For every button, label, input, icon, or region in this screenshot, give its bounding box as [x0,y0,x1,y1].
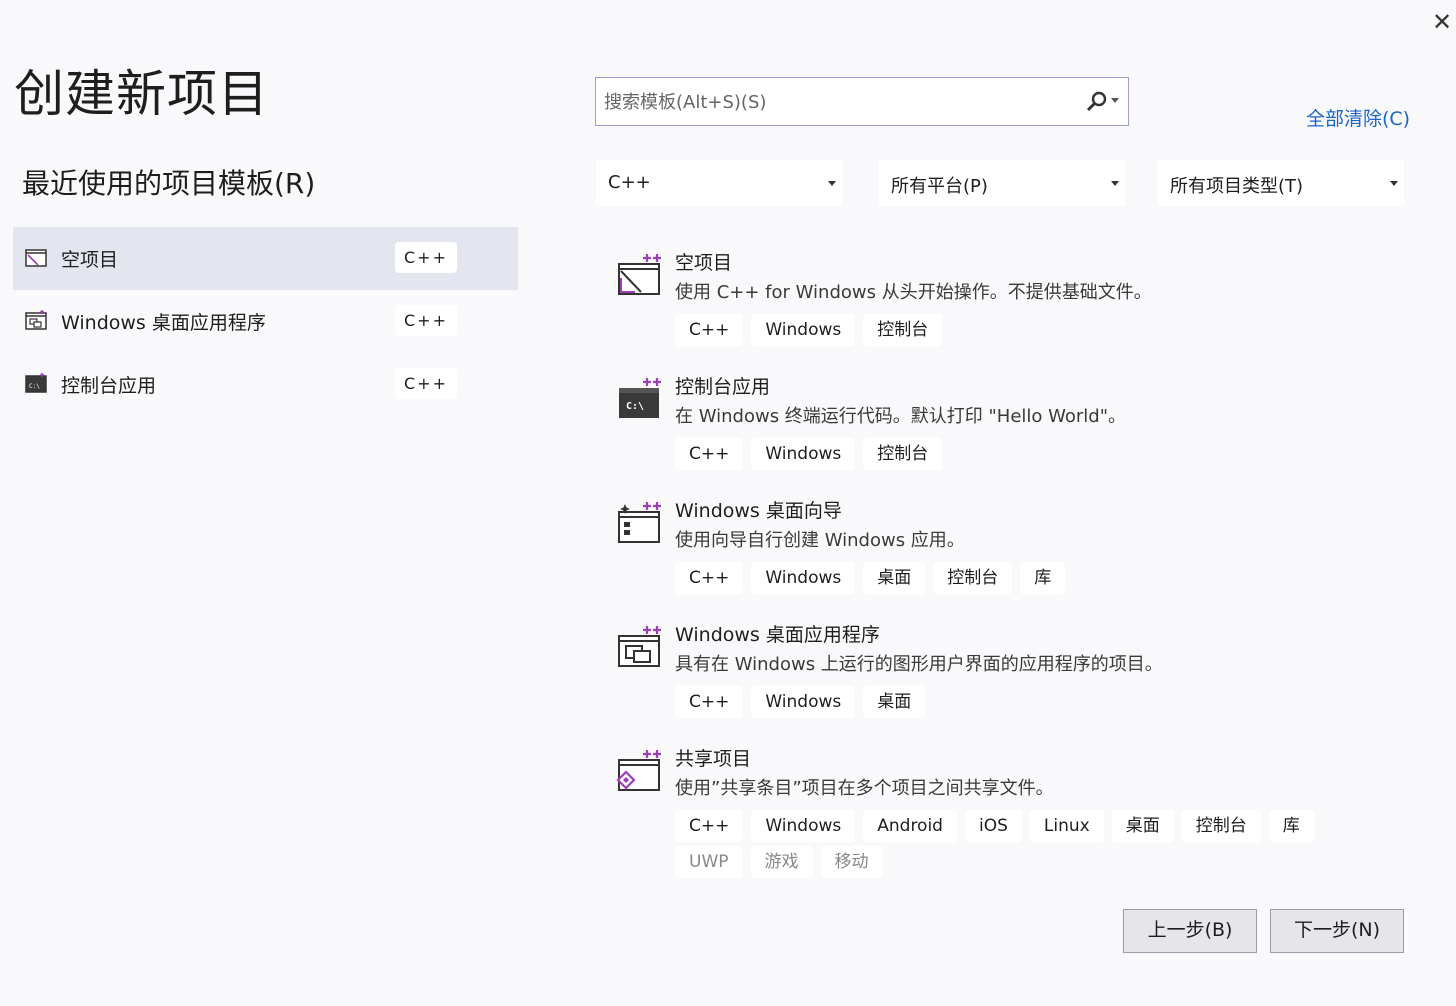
svg-text:C:\: C:\ [29,383,40,390]
recent-template-item[interactable]: C:\ 控制台应用 C++ [13,353,518,416]
template-tag: Windows [751,562,856,594]
template-tag: Windows [751,810,856,842]
recent-template-item[interactable]: 空项目 C++ [13,227,518,290]
chevron-down-icon [1111,181,1119,186]
template-tag: 控制台 [863,314,943,346]
template-tags: C++ Windows 控制台 [675,438,1395,474]
template-tag: 移动 [820,846,883,878]
empty-project-icon [616,252,662,298]
desktop-app-icon [616,624,662,670]
template-tag: C++ [675,562,744,594]
template-tag: 控制台 [933,562,1013,594]
recent-templates-heading: 最近使用的项目模板(R) [22,167,316,200]
template-description: 使用 C++ for Windows 从头开始操作。不提供基础文件。 [675,282,1152,303]
desktop-wizard-icon [616,500,662,546]
svg-text:C:\: C:\ [626,401,644,412]
template-tag: C++ [675,438,744,470]
shared-project-icon [616,748,662,794]
template-tag: Linux [1029,810,1104,842]
template-item[interactable]: Windows 桌面应用程序具有在 Windows 上运行的图形用户界面的应用程… [612,618,1412,738]
template-tags: C++ Windows 控制台 [675,314,1395,350]
template-item[interactable]: C:\ 控制台应用在 Windows 终端运行代码。默认打印 "Hello Wor… [612,370,1412,490]
template-item[interactable]: Windows 桌面向导使用向导自行创建 Windows 应用。 C++ Windo… [612,494,1412,614]
search-icon[interactable] [1086,91,1108,113]
page-title: 创建新项目 [14,65,269,123]
template-tag: UWP [675,846,743,878]
template-name: Windows 桌面应用程序 [675,624,880,646]
close-button[interactable]: ✕ [1428,8,1456,36]
desktop-app-icon [25,310,47,330]
template-tag: 控制台 [863,438,943,470]
back-button[interactable]: 上一步(B) [1123,909,1257,953]
template-tag: Android [863,810,957,842]
template-name: 共享项目 [675,748,752,770]
project-type-filter[interactable]: 所有项目类型(T) [1158,160,1404,206]
template-tags: C++ Windows Android iOS Linux 桌面 控制台库 UWP 游戏 移动 [675,810,1395,882]
search-options-chevron-icon[interactable] [1111,98,1119,103]
template-tag: 库 [1268,810,1314,842]
chevron-down-icon [828,181,836,186]
recent-template-item[interactable]: Windows 桌面应用程序 C++ [13,290,518,353]
clear-all-link[interactable]: 全部清除(C) [1306,104,1410,131]
template-tag: 桌面 [863,562,926,594]
template-description: 使用向导自行创建 Windows 应用。 [675,530,965,551]
language-filter-value: C++ [608,172,651,193]
template-item[interactable]: 共享项目使用”共享条目”项目在多个项目之间共享文件。 C++ Windows Andr… [612,742,1412,878]
platform-filter[interactable]: 所有平台(P) [879,160,1125,206]
template-description: 使用”共享条目”项目在多个项目之间共享文件。 [675,778,1054,799]
recent-template-label: 空项目 [61,249,119,271]
template-tag: C++ [675,314,744,346]
template-tags: C++ Windows 桌面 控制台库 [675,562,1395,598]
next-button[interactable]: 下一步(N) [1270,909,1404,953]
template-name: 控制台应用 [675,376,771,398]
language-tag: C++ [395,368,457,399]
template-tag: Windows [751,686,856,718]
template-tag: 库 [1020,562,1066,594]
template-tag: C++ [675,686,744,718]
empty-project-icon [25,247,47,267]
search-box[interactable] [595,77,1129,126]
template-tag: 控制台 [1181,810,1261,842]
template-tag: 游戏 [750,846,813,878]
language-tag: C++ [395,305,457,336]
platform-filter-value: 所有平台(P) [891,176,988,197]
template-tag: C++ [675,810,744,842]
console-app-icon: C:\ [25,373,47,393]
template-tag: Windows [751,314,856,346]
template-name: Windows 桌面向导 [675,500,842,522]
chevron-down-icon [1390,181,1398,186]
project-type-filter-value: 所有项目类型(T) [1170,176,1304,197]
template-description: 具有在 Windows 上运行的图形用户界面的应用程序的项目。 [675,654,1163,675]
recent-template-label: 控制台应用 [61,375,157,397]
recent-template-label: Windows 桌面应用程序 [61,312,266,334]
search-input[interactable] [602,86,1076,118]
template-tag: 桌面 [1111,810,1174,842]
template-tag: iOS [964,810,1022,842]
template-tag: 桌面 [863,686,926,718]
template-item[interactable]: 空项目使用 C++ for Windows 从头开始操作。不提供基础文件。 C++… [612,246,1412,366]
template-tags: C++ Windows 桌面 [675,686,1395,722]
template-tag: Windows [751,438,856,470]
language-tag: C++ [395,242,457,273]
template-name: 空项目 [675,252,733,274]
console-app-icon: C:\ [616,376,662,422]
language-filter[interactable]: C++ [596,160,842,206]
template-description: 在 Windows 终端运行代码。默认打印 "Hello World"。 [675,406,1127,427]
